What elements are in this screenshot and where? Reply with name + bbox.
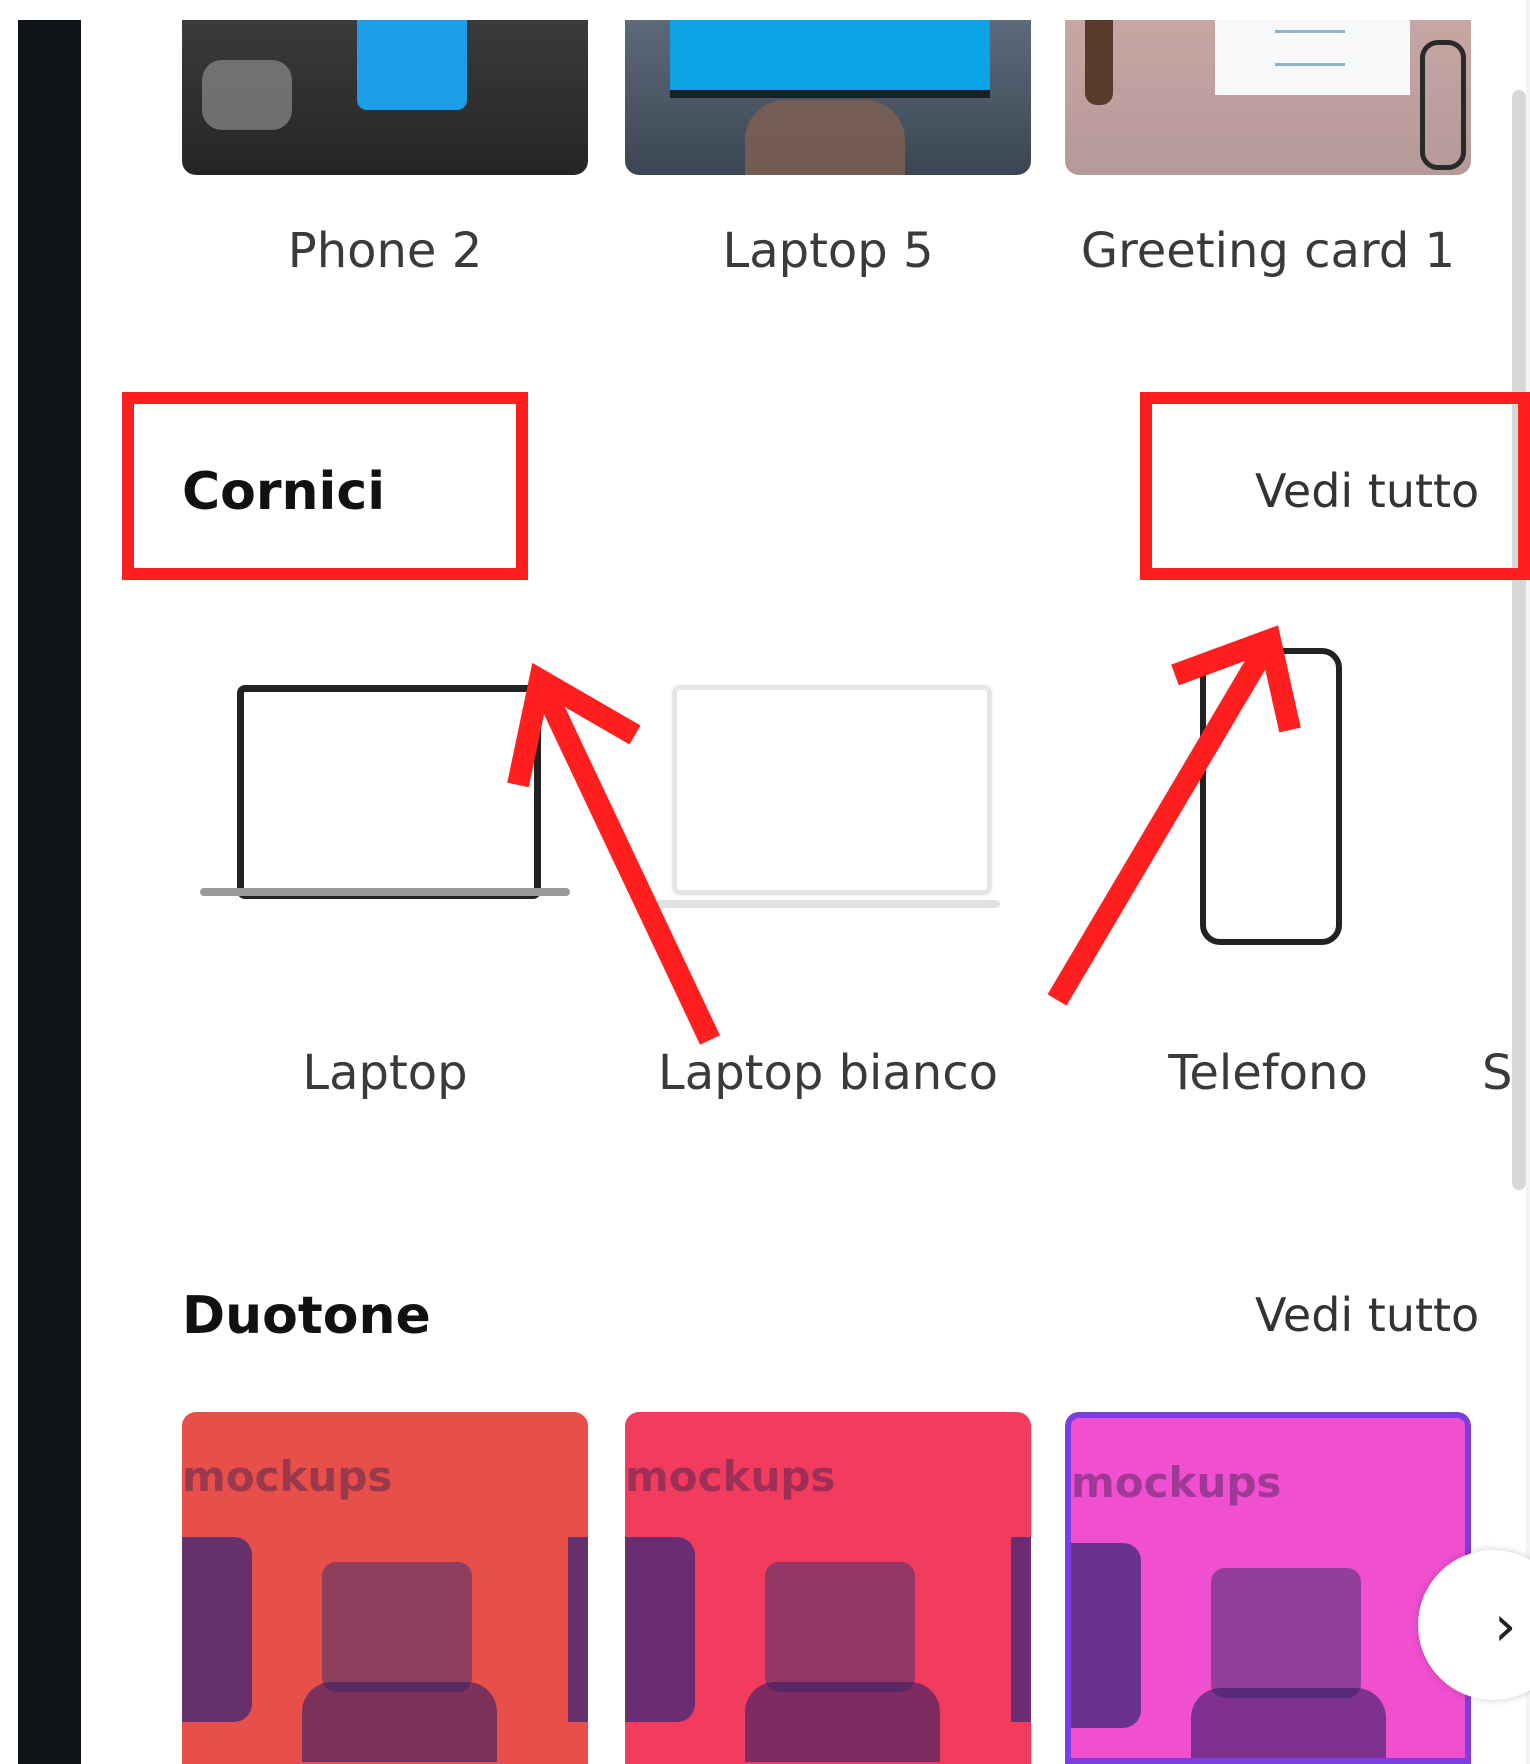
annotation-arrows xyxy=(507,625,1301,1045)
arrow-to-vedi-tutto xyxy=(1047,634,1280,1006)
